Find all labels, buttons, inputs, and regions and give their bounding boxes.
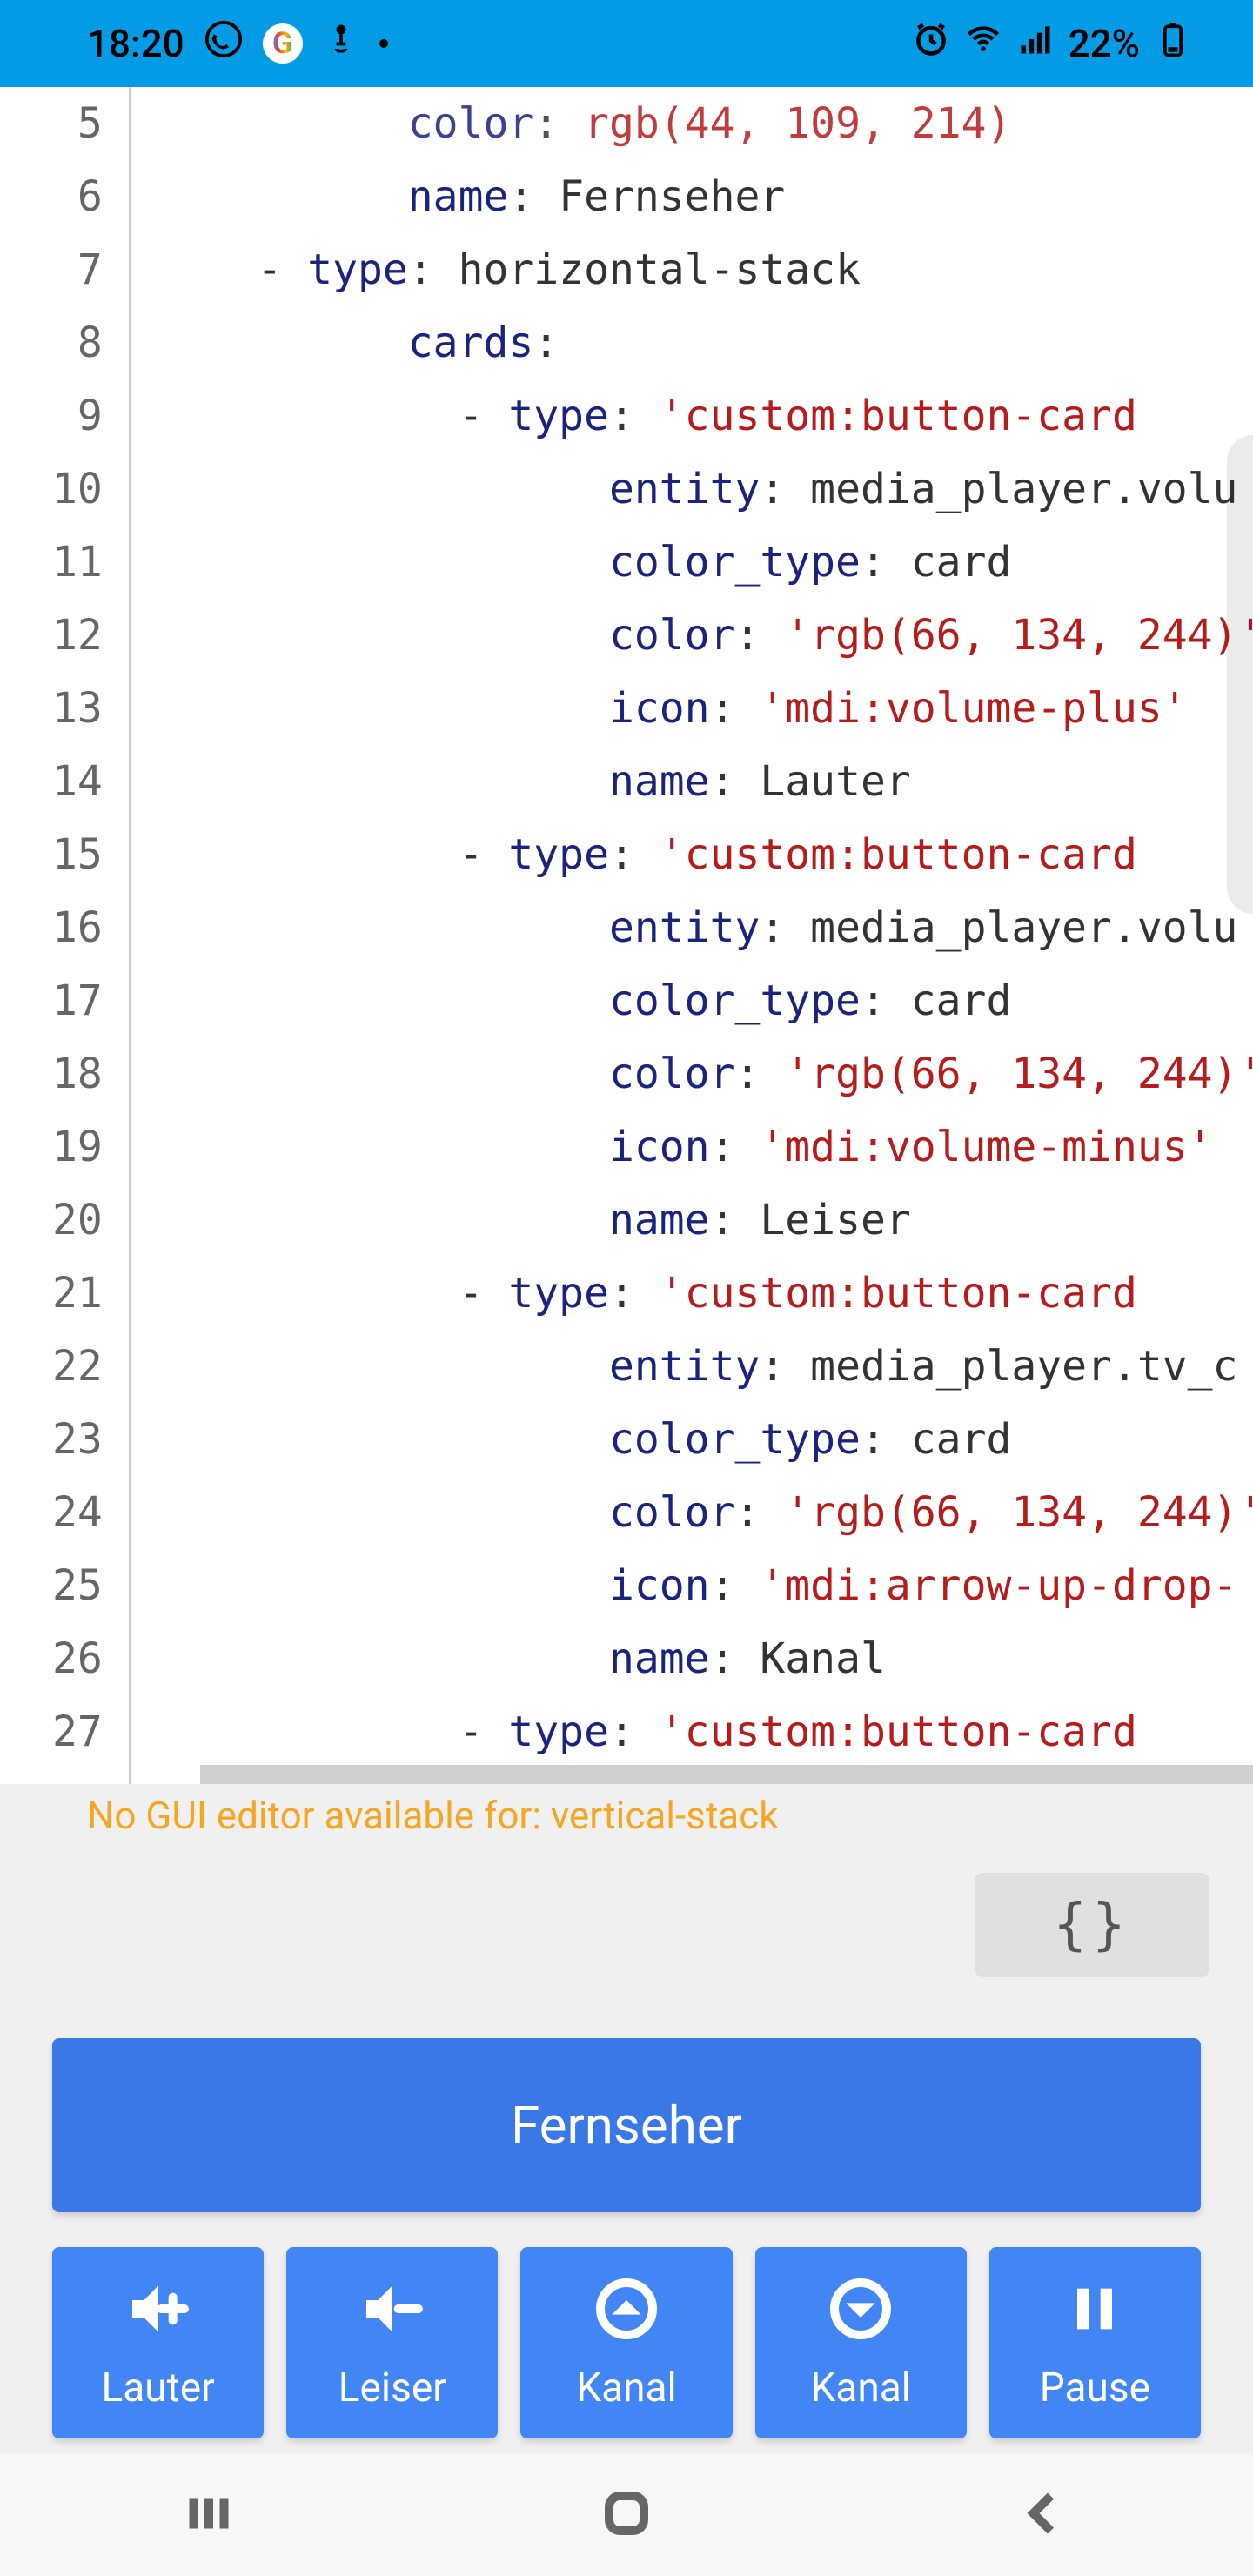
alarm-icon xyxy=(912,20,950,68)
status-time: 18:20 xyxy=(87,21,184,66)
battery-percent: 22% xyxy=(1069,21,1140,66)
toggle-code-button[interactable]: {} xyxy=(975,1873,1209,1977)
google-icon: G xyxy=(263,23,303,64)
pause-icon xyxy=(1060,2274,1129,2354)
preview-button-arrow-down-circle[interactable]: Kanal xyxy=(755,2247,967,2438)
editor-code[interactable]: color: rgb(44, 109, 214) name: Fernseher… xyxy=(131,87,1253,1784)
preview-button-volume-minus[interactable]: Leiser xyxy=(286,2247,498,2438)
whatsapp-icon xyxy=(204,19,244,69)
preview-button-label: Kanal xyxy=(810,2365,911,2412)
volume-plus-icon xyxy=(124,2274,193,2354)
preview-button-label: Leiser xyxy=(338,2365,446,2412)
preview-button-label: Pause xyxy=(1040,2365,1150,2412)
fernseher-button[interactable]: Fernseher xyxy=(52,2038,1201,2212)
notification-icon xyxy=(322,20,360,68)
preview-button-volume-plus[interactable]: Lauter xyxy=(52,2247,264,2438)
recent-apps-button[interactable] xyxy=(183,2487,235,2543)
horizontal-scrollbar[interactable] xyxy=(200,1765,1253,1784)
more-notifications-dot xyxy=(379,39,388,48)
battery-icon xyxy=(1154,20,1192,68)
preview-button-label: Lauter xyxy=(102,2365,215,2412)
yaml-editor[interactable]: 5678910111213141516171819202122232425262… xyxy=(0,87,1253,1784)
preview-button-pause[interactable]: Pause xyxy=(989,2247,1201,2438)
preview-button-arrow-up-circle[interactable]: Kanal xyxy=(520,2247,732,2438)
vertical-scrollbar[interactable] xyxy=(1227,435,1253,914)
no-gui-notice: No GUI editor available for: vertical-st… xyxy=(0,1784,1253,1873)
volume-minus-icon xyxy=(358,2274,427,2354)
card-preview: Fernseher Lauter Leiser Kanal Kanal Pause xyxy=(52,2038,1201,2438)
signal-icon xyxy=(1016,20,1055,68)
back-button[interactable] xyxy=(1018,2487,1070,2543)
arrow-down-circle-icon xyxy=(826,2274,895,2354)
preview-button-label: Kanal xyxy=(576,2365,677,2412)
home-button[interactable] xyxy=(600,2487,653,2543)
editor-gutter: 5678910111213141516171819202122232425262… xyxy=(0,87,131,1784)
arrow-up-circle-icon xyxy=(592,2274,661,2354)
wifi-icon xyxy=(964,20,1002,68)
android-status-bar: 18:20 G 22% xyxy=(0,0,1253,87)
android-nav-bar xyxy=(0,2454,1253,2576)
